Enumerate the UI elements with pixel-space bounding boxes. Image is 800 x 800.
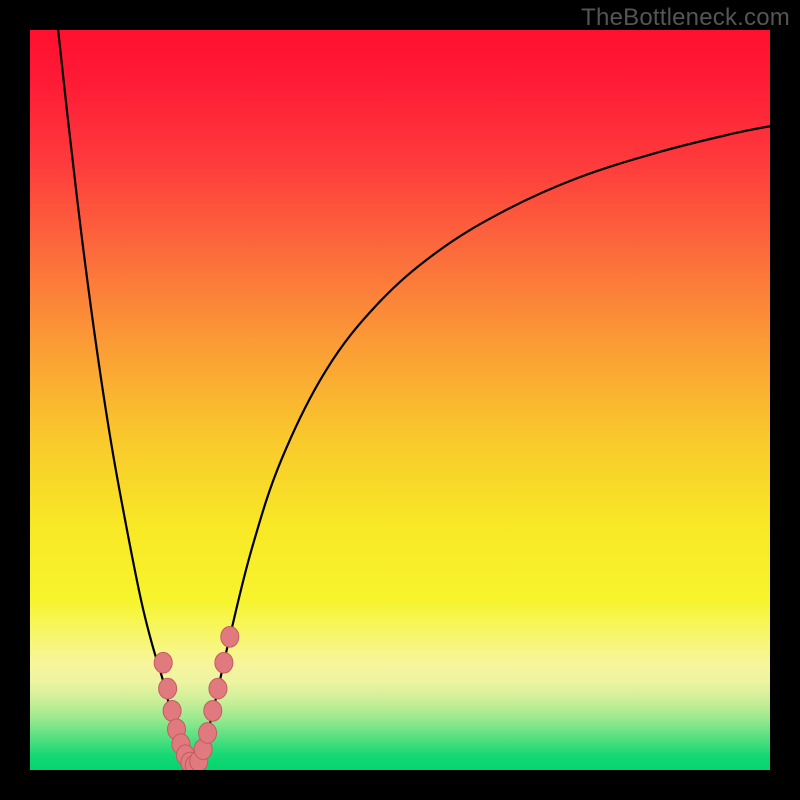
marker-point bbox=[159, 678, 177, 699]
watermark-text: TheBottleneck.com bbox=[581, 4, 790, 32]
marker-point bbox=[209, 678, 227, 699]
marker-point bbox=[204, 700, 222, 721]
marker-point bbox=[163, 700, 181, 721]
marker-point bbox=[215, 652, 233, 673]
curve-layer bbox=[30, 30, 770, 770]
chart-root: TheBottleneck.com bbox=[0, 0, 800, 800]
marker-point bbox=[221, 626, 239, 647]
curve-left-branch bbox=[58, 30, 193, 766]
marker-point bbox=[154, 652, 172, 673]
plot-area bbox=[30, 30, 770, 770]
marker-point bbox=[199, 723, 217, 744]
curve-right-branch bbox=[193, 126, 770, 766]
